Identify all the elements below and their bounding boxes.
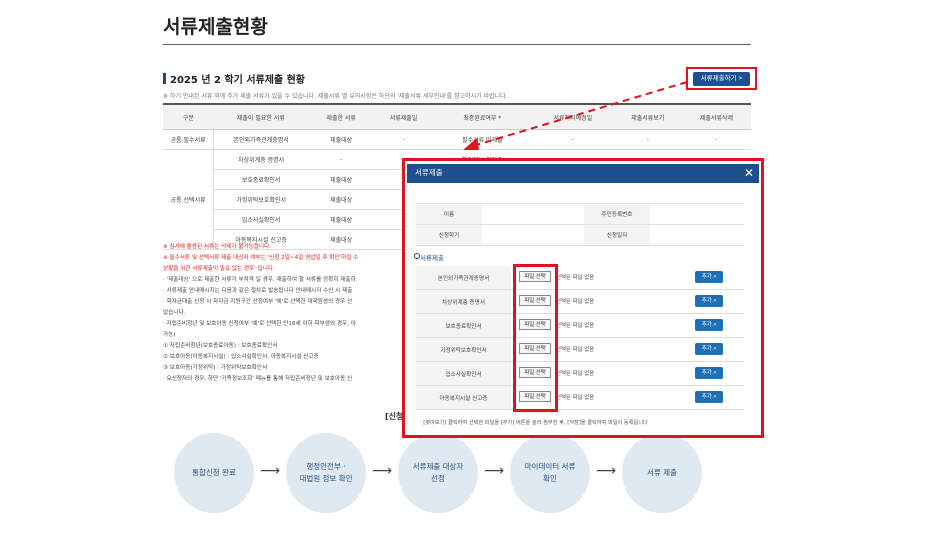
process-step: 행정안전부 · 대법원 정보 확인 <box>286 433 366 513</box>
arrow-right-icon: ⟶ <box>484 463 505 479</box>
note-line: ② 보호아동(아동복지시설) : 입소사실확인서, 아동복지시설 신고증 <box>163 354 319 360</box>
section-marker <box>163 73 166 84</box>
process-step: 서류 제출 <box>622 433 702 513</box>
process-step: 서류제출 대상자 선정 <box>398 433 478 513</box>
pointer-arrow-icon <box>463 81 688 150</box>
status-cell: 제출대상 <box>308 169 375 190</box>
arrow-right-icon: ⟶ <box>260 463 281 479</box>
status-cell: 제출대상 <box>308 129 375 150</box>
note-line: 가능) <box>163 332 176 338</box>
notes-block: ※ 심사에 활용된 서류는 삭제가 불가능합니다. ※ 필수서류 및 선택서류 … <box>163 242 403 385</box>
arrow-right-icon: ⟶ <box>372 463 393 479</box>
note-line: · 자립준비청년 및 보호아동 신청여부 '예'로 선택한 만18세 이하 학부… <box>163 321 356 327</box>
note-line: ③ 보호아동(가정위탁) : 가정위탁보호확인서 <box>163 365 268 371</box>
doc-cell: 보호종료확인서 <box>213 169 309 190</box>
status-cell: - <box>308 149 375 170</box>
note-red: ※ 심사에 활용된 서류는 삭제가 불가능합니다. <box>163 244 271 250</box>
col-header: 제출이 필요한 서류 <box>213 103 309 130</box>
group-cell: 공통 필수서류 <box>163 129 215 150</box>
page-title: 서류제출현황 <box>163 16 268 38</box>
doc-cell: 가정위탁보호확인서 <box>213 189 309 210</box>
note-red: ※ 필수서류 및 선택서류 제출 대상자 여부는 '신청 2일~4일 영업일 후… <box>163 255 359 261</box>
process-step: 통합신청 완료 <box>174 433 254 513</box>
doc-cell: 차상위계층 증명서 <box>213 149 309 170</box>
note-line: · 서류제출 안내메시지는 다음과 같은 절차로 발송됩니다 안내메시지 수신 … <box>163 288 353 294</box>
col-header: 서류제출일 <box>374 103 433 130</box>
col-header: 구분 <box>163 103 214 130</box>
note-line: ① 자립준비청년(보호종료아동) : 보호종료확인서 <box>163 343 278 349</box>
note-line: 없습니다. <box>163 310 186 316</box>
status-cell: 제출대상 <box>308 209 375 230</box>
date-cell: - <box>374 129 433 150</box>
section-title: 2025 년 2 학기 서류제출 현황 <box>170 75 305 86</box>
note-line: · '제출대상' 으로 제출한 서류가 부적격 일 경우, 재출하여 할 서류를… <box>163 277 356 283</box>
title-divider <box>163 44 751 45</box>
doc-cell: 입소사실확인서 <box>213 209 309 230</box>
note-line: · 학자금대출 신청 시 학자금 지원구간 산정여부 '예'로 선택한 대학원생… <box>163 299 353 305</box>
process-heading: [신청 <box>385 412 404 421</box>
doc-cell: 본인외가족관계증명서 <box>213 129 309 150</box>
modal-highlight <box>402 158 764 438</box>
note-red: 상황을 위한 서류제출이 필요 없는 경우' 입니다. <box>163 266 275 272</box>
group-cell: 공통 선택서류 <box>163 149 215 250</box>
arrow-right-icon: ⟶ <box>596 463 617 479</box>
col-header: 제출한 서류 <box>308 103 375 130</box>
status-cell: 제출대상 <box>308 189 375 210</box>
process-step: 마이데이터 서류 확인 <box>510 433 590 513</box>
submit-button-highlight <box>686 67 757 90</box>
note-line: · 요신청자의 경우, 하단 '가족정보조회' 메뉴를 통해 자립준비청년 및 … <box>163 376 353 382</box>
